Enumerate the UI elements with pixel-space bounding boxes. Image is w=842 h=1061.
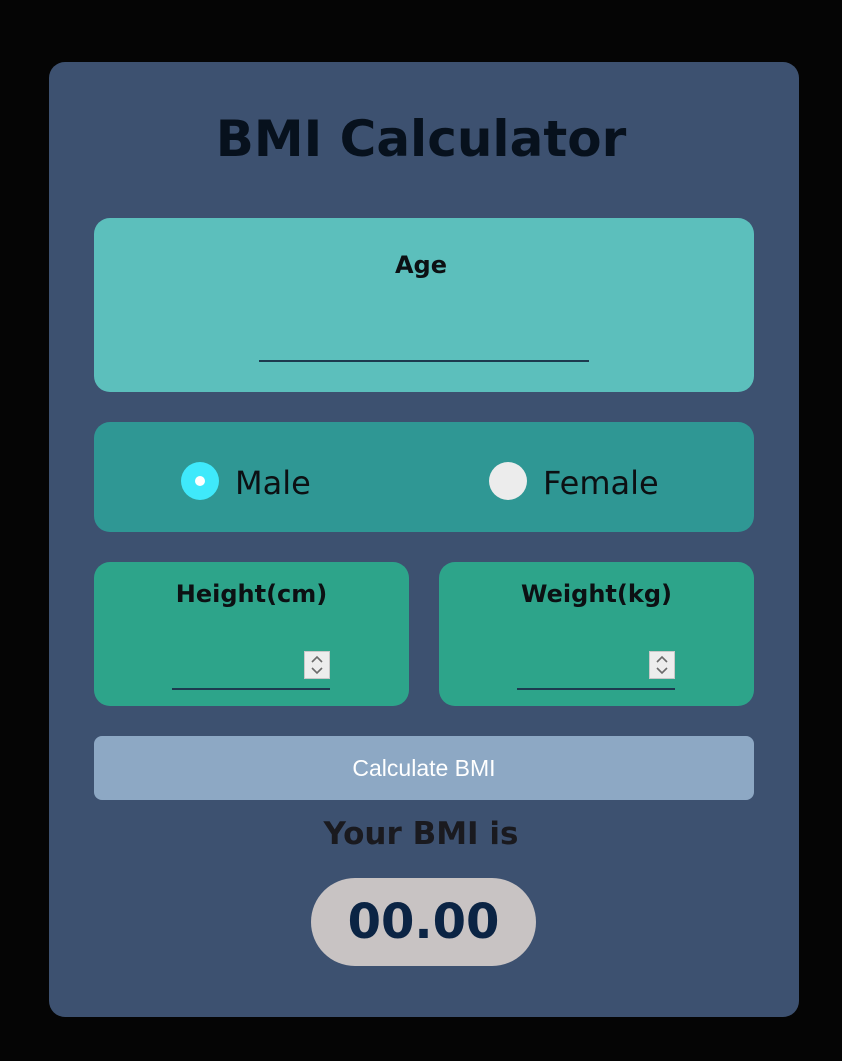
- weight-stepper[interactable]: [649, 651, 675, 679]
- female-label[interactable]: Female: [543, 463, 659, 503]
- bmi-value: 00.00: [347, 894, 500, 950]
- calculate-bmi-button[interactable]: Calculate BMI: [94, 736, 754, 800]
- height-label: Height(cm): [175, 580, 328, 608]
- height-input[interactable]: [172, 650, 330, 690]
- age-label: Age: [394, 251, 448, 279]
- female-radio[interactable]: [489, 462, 527, 500]
- male-radio[interactable]: [181, 462, 219, 500]
- radio-selected-dot: [195, 476, 205, 486]
- weight-input[interactable]: [517, 650, 675, 690]
- age-section: [94, 218, 754, 392]
- weight-label: Weight(kg): [521, 580, 672, 608]
- result-badge: 00.00: [311, 878, 536, 966]
- page-title: BMI Calculator: [215, 110, 627, 168]
- up-down-chevron-icon: [656, 655, 668, 675]
- result-label: Your BMI is: [323, 816, 519, 852]
- bmi-card: [49, 62, 799, 1017]
- height-stepper[interactable]: [304, 651, 330, 679]
- male-label[interactable]: Male: [235, 463, 311, 503]
- up-down-chevron-icon: [311, 655, 323, 675]
- age-input[interactable]: [259, 320, 589, 362]
